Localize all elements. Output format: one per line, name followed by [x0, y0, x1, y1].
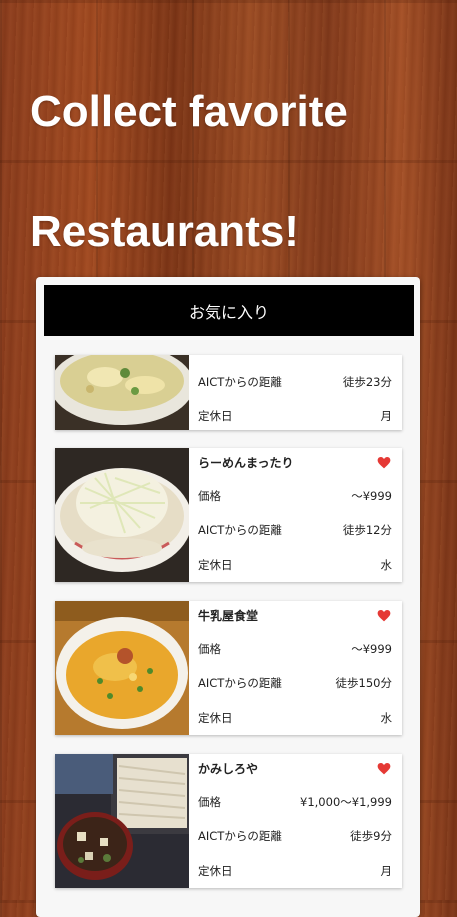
heart-icon[interactable] — [376, 455, 392, 469]
distance-label: AICTからの距離 — [198, 676, 282, 690]
miso-ramen-photo — [55, 601, 189, 735]
holiday-label: 定休日 — [198, 711, 233, 725]
distance-value: 徒歩12分 — [342, 523, 392, 537]
headline-line-1: Collect favorite — [30, 87, 348, 136]
favorites-panel: お気に入り AICTからの距離 徒歩23分 定休日 月 らーめんまったり 価格 … — [36, 277, 420, 917]
price-value: ～¥999 — [351, 489, 392, 503]
distance-label: AICTからの距離 — [198, 523, 282, 537]
price-label: 価格 — [198, 489, 221, 503]
holiday-value: 月 — [380, 409, 393, 423]
restaurant-card[interactable]: らーめんまったり 価格 ～¥999 AICTからの距離 徒歩12分 定休日 水 — [55, 448, 402, 582]
holiday-label: 定休日 — [198, 409, 233, 423]
restaurant-card[interactable]: 牛乳屋食堂 価格 ～¥999 AICTからの距離 徒歩150分 定休日 水 — [55, 601, 402, 735]
ramen-bowl-photo — [55, 355, 189, 430]
distance-value: 徒歩150分 — [335, 676, 392, 690]
restaurant-card[interactable]: AICTからの距離 徒歩23分 定休日 月 — [55, 355, 402, 430]
price-value: ～¥999 — [351, 642, 392, 656]
holiday-value: 月 — [380, 864, 393, 878]
price-label: 価格 — [198, 642, 221, 656]
negi-ramen-photo — [55, 448, 189, 582]
restaurant-name: かみしろや — [198, 761, 259, 776]
soba-photo — [55, 754, 189, 888]
restaurant-list[interactable]: AICTからの距離 徒歩23分 定休日 月 らーめんまったり 価格 ～¥999 … — [36, 277, 420, 917]
restaurant-name: 牛乳屋食堂 — [198, 608, 259, 623]
distance-label: AICTからの距離 — [198, 829, 282, 843]
price-value: ¥1,000～¥1,999 — [300, 795, 392, 809]
holiday-label: 定休日 — [198, 558, 233, 572]
headline-line-2: Restaurants! — [30, 207, 299, 256]
price-label: 価格 — [198, 795, 221, 809]
distance-label: AICTからの距離 — [198, 375, 282, 389]
heart-icon[interactable] — [376, 608, 392, 622]
restaurant-card[interactable]: かみしろや 価格 ¥1,000～¥1,999 AICTからの距離 徒歩9分 定休… — [55, 754, 402, 888]
distance-value: 徒歩23分 — [342, 375, 392, 389]
restaurant-name: らーめんまったり — [198, 455, 294, 470]
distance-value: 徒歩9分 — [350, 829, 392, 843]
holiday-value: 水 — [380, 558, 393, 572]
holiday-label: 定休日 — [198, 864, 233, 878]
holiday-value: 水 — [380, 711, 393, 725]
heart-icon[interactable] — [376, 761, 392, 775]
